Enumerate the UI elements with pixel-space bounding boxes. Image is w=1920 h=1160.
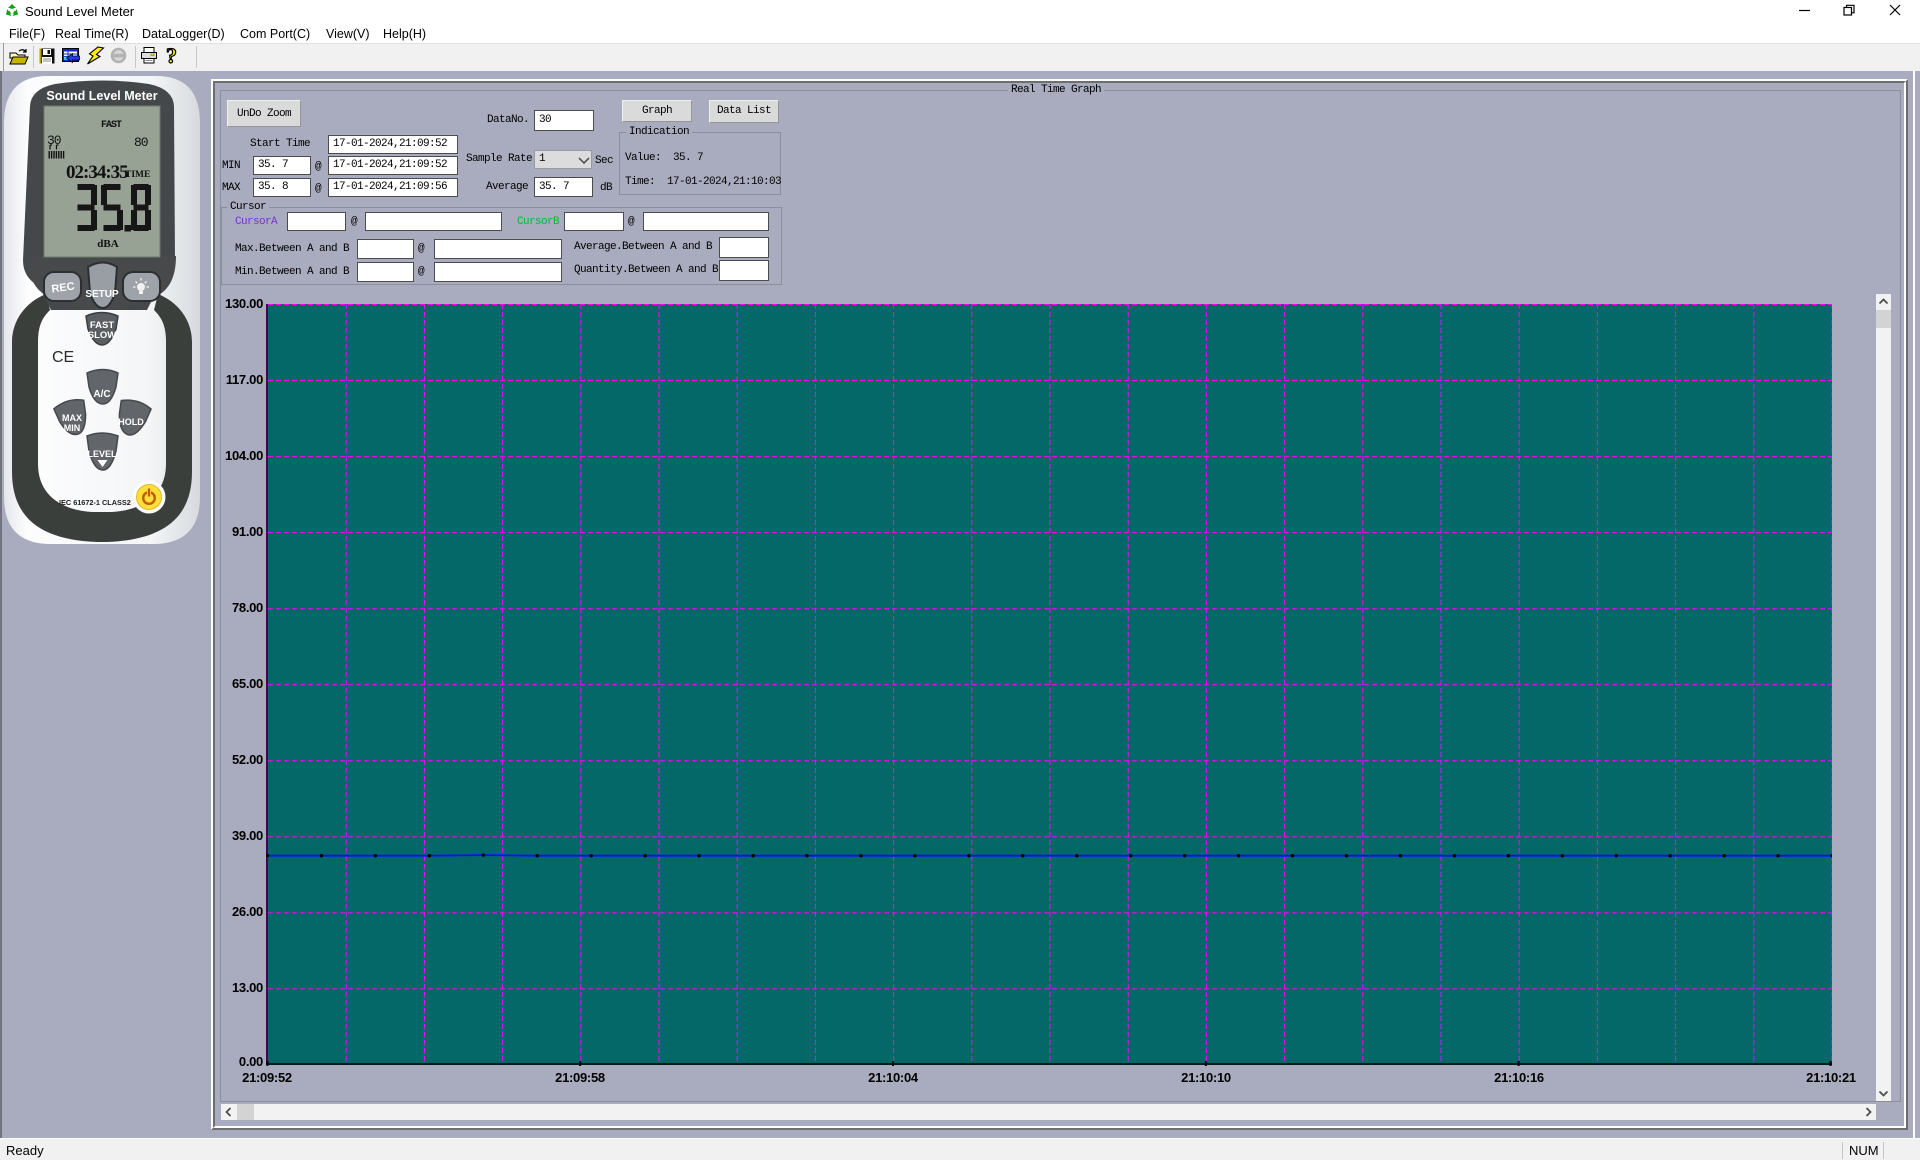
svg-text:HOLD: HOLD — [118, 417, 144, 427]
svg-text:Sound Level Meter: Sound Level Meter — [46, 89, 157, 103]
svg-text:30: 30 — [47, 133, 61, 148]
svg-text:IEC 61672-1 CLASS2: IEC 61672-1 CLASS2 — [59, 498, 131, 507]
svg-text:LEVEL: LEVEL — [87, 449, 117, 459]
svg-text:A/C: A/C — [93, 389, 110, 400]
svg-text:MIN: MIN — [64, 423, 81, 433]
svg-text:SLOW: SLOW — [88, 330, 117, 341]
svg-text:02:34:35: 02:34:35 — [66, 162, 128, 183]
svg-text:TIME: TIME — [125, 170, 150, 180]
svg-text:FAST: FAST — [101, 120, 122, 131]
svg-text:CE: CE — [52, 349, 74, 366]
svg-text:?: ? — [166, 43, 177, 68]
svg-text:SETUP: SETUP — [85, 289, 119, 300]
svg-text:MAX: MAX — [62, 413, 82, 423]
svg-text:80: 80 — [134, 135, 148, 150]
svg-text:dBA: dBA — [97, 238, 118, 250]
